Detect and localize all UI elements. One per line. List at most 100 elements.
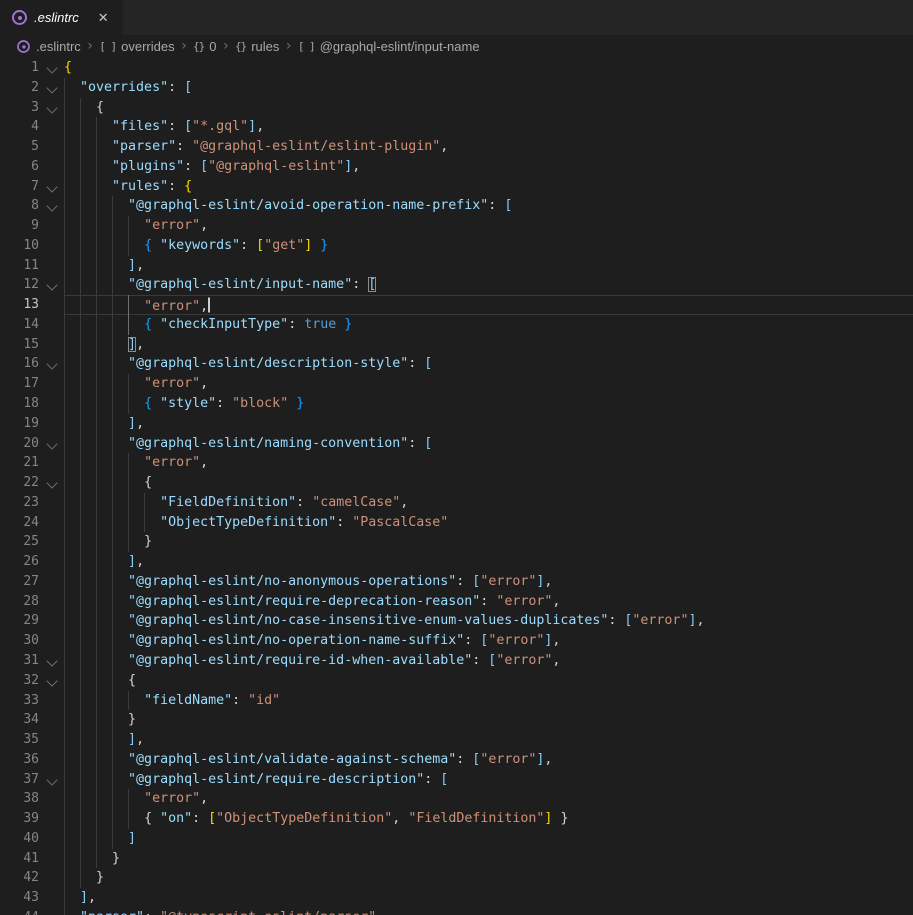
- line-number[interactable]: 31: [0, 651, 39, 671]
- code-line[interactable]: 1{: [0, 58, 913, 78]
- breadcrumb-item--graphql-eslint-input-name[interactable]: [ ]@graphql-eslint/input-name: [298, 39, 480, 54]
- line-number[interactable]: 26: [0, 552, 39, 572]
- code-line[interactable]: 33 "fieldName": "id": [0, 691, 913, 711]
- line-number[interactable]: 43: [0, 888, 39, 908]
- code-content[interactable]: ],: [64, 335, 913, 355]
- code-content[interactable]: "@graphql-eslint/require-description": [: [64, 770, 913, 790]
- code-content[interactable]: "plugins": ["@graphql-eslint"],: [64, 157, 913, 177]
- code-content[interactable]: ],: [64, 256, 913, 276]
- code-line[interactable]: 28 "@graphql-eslint/require-deprecation-…: [0, 592, 913, 612]
- line-number[interactable]: 37: [0, 770, 39, 790]
- code-content[interactable]: "error",: [64, 453, 913, 473]
- chevron-down-icon[interactable]: [46, 477, 57, 488]
- line-number[interactable]: 29: [0, 611, 39, 631]
- line-number[interactable]: 5: [0, 137, 39, 157]
- code-content[interactable]: { "checkInputType": true }: [64, 315, 913, 335]
- code-line[interactable]: 11 ],: [0, 256, 913, 276]
- code-content[interactable]: }: [64, 710, 913, 730]
- code-line[interactable]: 35 ],: [0, 730, 913, 750]
- code-content[interactable]: {: [64, 473, 913, 493]
- code-line[interactable]: 40 ]: [0, 829, 913, 849]
- chevron-down-icon[interactable]: [46, 62, 57, 73]
- code-line[interactable]: 9 "error",: [0, 216, 913, 236]
- code-line[interactable]: 10 { "keywords": ["get"] }: [0, 236, 913, 256]
- code-line[interactable]: 23 "FieldDefinition": "camelCase",: [0, 493, 913, 513]
- code-content[interactable]: "@graphql-eslint/input-name": [: [64, 275, 913, 295]
- code-line[interactable]: 31 "@graphql-eslint/require-id-when-avai…: [0, 651, 913, 671]
- code-line[interactable]: 5 "parser": "@graphql-eslint/eslint-plug…: [0, 137, 913, 157]
- line-number[interactable]: 8: [0, 196, 39, 216]
- code-line[interactable]: 18 { "style": "block" }: [0, 394, 913, 414]
- code-content[interactable]: "@graphql-eslint/no-operation-name-suffi…: [64, 631, 913, 651]
- line-number[interactable]: 21: [0, 453, 39, 473]
- line-number[interactable]: 16: [0, 354, 39, 374]
- code-content[interactable]: { "style": "block" }: [64, 394, 913, 414]
- code-line[interactable]: 22 {: [0, 473, 913, 493]
- code-content[interactable]: "error",: [64, 216, 913, 236]
- line-number[interactable]: 42: [0, 868, 39, 888]
- code-line[interactable]: 4 "files": ["*.gql"],: [0, 117, 913, 137]
- code-line[interactable]: 3 {: [0, 98, 913, 118]
- code-line[interactable]: 7 "rules": {: [0, 177, 913, 197]
- line-number[interactable]: 12: [0, 275, 39, 295]
- code-line[interactable]: 34 }: [0, 710, 913, 730]
- code-content[interactable]: ],: [64, 414, 913, 434]
- code-content[interactable]: "error",: [64, 295, 913, 315]
- line-number[interactable]: 24: [0, 513, 39, 533]
- code-content[interactable]: "@graphql-eslint/avoid-operation-name-pr…: [64, 196, 913, 216]
- code-content[interactable]: "@graphql-eslint/naming-convention": [: [64, 434, 913, 454]
- code-content[interactable]: "@graphql-eslint/validate-against-schema…: [64, 750, 913, 770]
- code-content[interactable]: "fieldName": "id": [64, 691, 913, 711]
- chevron-down-icon[interactable]: [46, 201, 57, 212]
- chevron-down-icon[interactable]: [46, 774, 57, 785]
- code-content[interactable]: "error",: [64, 789, 913, 809]
- line-number[interactable]: 11: [0, 256, 39, 276]
- line-number[interactable]: 40: [0, 829, 39, 849]
- line-number[interactable]: 25: [0, 532, 39, 552]
- code-content[interactable]: { "keywords": ["get"] }: [64, 236, 913, 256]
- code-content[interactable]: "FieldDefinition": "camelCase",: [64, 493, 913, 513]
- code-content[interactable]: "parser": "@graphql-eslint/eslint-plugin…: [64, 137, 913, 157]
- code-line[interactable]: 14 { "checkInputType": true }: [0, 315, 913, 335]
- chevron-down-icon[interactable]: [46, 82, 57, 93]
- code-line[interactable]: 27 "@graphql-eslint/no-anonymous-operati…: [0, 572, 913, 592]
- code-content[interactable]: "@graphql-eslint/no-anonymous-operations…: [64, 572, 913, 592]
- code-line[interactable]: 43 ],: [0, 888, 913, 908]
- code-line[interactable]: 41 }: [0, 849, 913, 869]
- code-line[interactable]: 16 "@graphql-eslint/description-style": …: [0, 354, 913, 374]
- line-number[interactable]: 38: [0, 789, 39, 809]
- code-line[interactable]: 29 "@graphql-eslint/no-case-insensitive-…: [0, 611, 913, 631]
- code-content[interactable]: ],: [64, 888, 913, 908]
- code-content[interactable]: "@graphql-eslint/no-case-insensitive-enu…: [64, 611, 913, 631]
- breadcrumb-item-0[interactable]: {}0: [193, 39, 216, 54]
- line-number[interactable]: 17: [0, 374, 39, 394]
- code-line[interactable]: 6 "plugins": ["@graphql-eslint"],: [0, 157, 913, 177]
- code-line[interactable]: 2 "overrides": [: [0, 78, 913, 98]
- chevron-down-icon[interactable]: [46, 675, 57, 686]
- code-content[interactable]: "files": ["*.gql"],: [64, 117, 913, 137]
- chevron-down-icon[interactable]: [46, 102, 57, 113]
- line-number[interactable]: 1: [0, 58, 39, 78]
- line-number[interactable]: 14: [0, 315, 39, 335]
- code-line[interactable]: 44 "parser": "@typescript-eslint/parser": [0, 908, 913, 915]
- line-number[interactable]: 2: [0, 78, 39, 98]
- code-line[interactable]: 37 "@graphql-eslint/require-description"…: [0, 770, 913, 790]
- line-number[interactable]: 28: [0, 592, 39, 612]
- code-line[interactable]: 39 { "on": ["ObjectTypeDefinition", "Fie…: [0, 809, 913, 829]
- code-content[interactable]: {: [64, 98, 913, 118]
- code-content[interactable]: "ObjectTypeDefinition": "PascalCase": [64, 513, 913, 533]
- code-line[interactable]: 26 ],: [0, 552, 913, 572]
- code-content[interactable]: "@graphql-eslint/description-style": [: [64, 354, 913, 374]
- code-content[interactable]: "@graphql-eslint/require-id-when-availab…: [64, 651, 913, 671]
- line-number[interactable]: 20: [0, 434, 39, 454]
- line-number[interactable]: 30: [0, 631, 39, 651]
- line-number[interactable]: 6: [0, 157, 39, 177]
- chevron-down-icon[interactable]: [46, 438, 57, 449]
- chevron-down-icon[interactable]: [46, 181, 57, 192]
- line-number[interactable]: 44: [0, 908, 39, 915]
- code-line[interactable]: 24 "ObjectTypeDefinition": "PascalCase": [0, 513, 913, 533]
- code-content[interactable]: "rules": {: [64, 177, 913, 197]
- line-number[interactable]: 9: [0, 216, 39, 236]
- chevron-down-icon[interactable]: [46, 359, 57, 370]
- code-content[interactable]: }: [64, 849, 913, 869]
